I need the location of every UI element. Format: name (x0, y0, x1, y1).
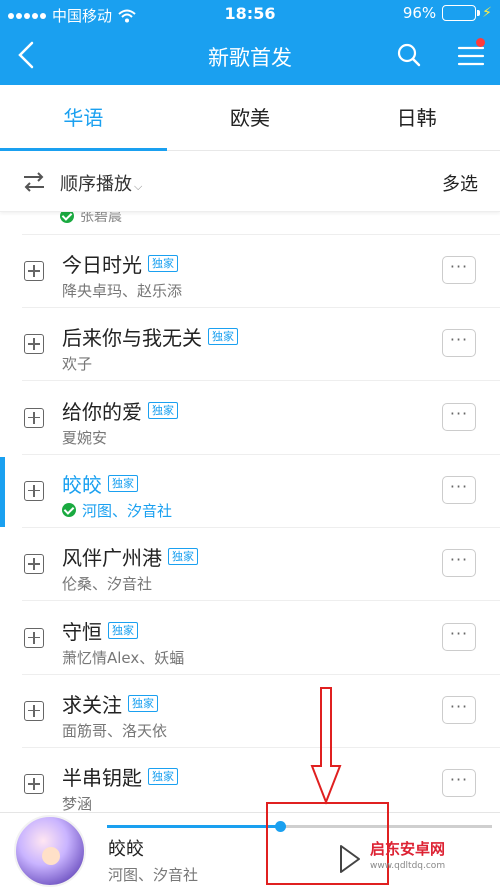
more-options-button[interactable]: ··· (442, 256, 476, 284)
tab-chinese[interactable]: 华语 (0, 85, 167, 151)
song-row[interactable]: 求关注 独家面筋哥、洛天依 ··· (0, 675, 500, 748)
player-song-artist: 河图、汐音社 (108, 866, 199, 884)
song-list[interactable]: 张碧晨 今日时光 独家 降央卓玛、赵乐添 ··· 后来你与我无关 独家 欢子 ··· 给你的爱独… (0, 212, 500, 812)
region-tabs: 华语 欧美 日韩 (0, 85, 500, 151)
list-item-partial: 张碧晨 (60, 212, 122, 226)
song-artist-wrap: 夏婉安 (62, 427, 107, 448)
exclusive-badge: 独家 (148, 401, 178, 419)
tab-jp-kr[interactable]: 日韩 (333, 85, 500, 150)
song-title-wrap: 后来你与我无关 独家 (62, 322, 238, 351)
song-title-wrap: 半串钥匙 独家 (62, 762, 178, 791)
album-cover[interactable] (14, 815, 86, 887)
song-title: 守恒 (62, 619, 102, 644)
song-title: 皎皎 (62, 472, 102, 497)
song-artist-wrap: 面筋哥、洛天依 (62, 720, 167, 741)
song-title: 给你的爱 (62, 399, 142, 424)
song-title-wrap: 风伴广州港 独家 (62, 542, 198, 571)
song-row[interactable]: 半串钥匙 独家梦涵 ··· (0, 748, 500, 812)
song-artist-wrap: 降央卓玛、赵乐添 (62, 280, 182, 301)
header-bar: 中国移动 18:56 96% ⚡ 新歌首发 (0, 0, 500, 85)
more-options-button[interactable]: ··· (442, 329, 476, 358)
song-artist: 河图、汐音社 (82, 501, 173, 520)
notification-dot (476, 38, 485, 47)
song-title: 风伴广州港 (62, 546, 162, 571)
song-row[interactable]: 皎皎 独家河图、汐音社 ··· (0, 455, 500, 528)
song-title: 求关注 (62, 692, 122, 717)
battery-icon (442, 5, 481, 21)
play-mode-label: 顺序播放 (60, 174, 132, 195)
add-to-playlist-icon[interactable] (24, 627, 44, 648)
play-toolbar: 顺序播放 ⌵ 多选 (0, 152, 500, 212)
song-row[interactable]: 风伴广州港 独家 伦桑、汐音社 ··· (0, 528, 500, 602)
more-options-button[interactable]: ··· (442, 769, 476, 798)
song-artist: 萧忆情Alex、妖蝠 (62, 648, 185, 667)
song-row[interactable]: 守恒 独家萧忆情Alex、妖蝠 ··· (0, 602, 500, 675)
exclusive-badge: 独家 (168, 548, 198, 566)
add-to-playlist-icon[interactable] (24, 774, 44, 795)
exclusive-badge: 独家 (148, 255, 178, 272)
song-row[interactable]: 给你的爱 独家夏婉安 ··· (0, 382, 500, 455)
song-artist-wrap: 萧忆情Alex、妖蝠 (62, 647, 184, 668)
exclusive-badge: 独家 (148, 768, 178, 786)
exclusive-badge: 独家 (208, 328, 238, 346)
exclusive-badge: 独家 (128, 694, 158, 712)
more-options-button[interactable]: ··· (442, 549, 476, 578)
song-title: 后来你与我无关 (62, 326, 202, 351)
more-options-button[interactable]: ··· (442, 622, 476, 651)
play-mode-dropdown[interactable]: 顺序播放 ⌵ (60, 170, 142, 196)
add-to-playlist-icon[interactable] (24, 407, 44, 428)
song-title-wrap: 守恒 独家 (62, 616, 138, 645)
song-title: 半串钥匙 (62, 766, 142, 791)
watermark: 启东安卓网 www.qdltdq.com (370, 840, 446, 871)
song-title: 今日时光 (62, 253, 142, 277)
song-artist: 夏婉安 (62, 428, 108, 447)
charging-icon: ⚡ (482, 5, 492, 21)
add-to-playlist-icon[interactable] (24, 700, 44, 721)
exclusive-badge: 独家 (108, 474, 138, 492)
add-to-playlist-icon[interactable] (24, 334, 44, 355)
more-options-button[interactable]: ··· (442, 475, 476, 504)
page-title: 新歌首发 (208, 46, 292, 70)
song-artist-wrap: 伦桑、汐音社 (62, 573, 152, 594)
downloaded-check-icon (60, 212, 74, 223)
sequential-play-icon[interactable] (22, 171, 46, 193)
battery-percent: 96% (402, 4, 437, 22)
song-artist: 欢子 (62, 355, 93, 374)
chevron-down-icon: ⌵ (134, 180, 143, 193)
annotation-arrow (310, 687, 342, 805)
add-to-playlist-icon[interactable] (24, 480, 44, 501)
menu-icon[interactable] (456, 43, 486, 69)
song-title-wrap: 今日时光 独家 (62, 249, 178, 278)
song-title-wrap: 求关注 独家 (62, 689, 158, 718)
song-row[interactable]: 今日时光 独家降央卓玛、赵乐添 ··· (0, 235, 500, 308)
song-artist-wrap: 欢子 (62, 353, 92, 374)
multi-select-button[interactable]: 多选 (442, 170, 478, 196)
song-artist: 伦桑、汐音社 (62, 575, 153, 594)
search-icon[interactable] (396, 42, 422, 68)
more-options-button[interactable]: ··· (442, 402, 476, 431)
song-artist: 梦涵 (62, 795, 93, 812)
nav-bar: 新歌首发 (0, 28, 500, 85)
status-bar: 中国移动 18:56 96% ⚡ (0, 0, 500, 28)
song-title-wrap: 皎皎 独家 (62, 469, 138, 498)
add-to-playlist-icon[interactable] (24, 261, 44, 281)
add-to-playlist-icon[interactable] (24, 554, 44, 575)
more-options-button[interactable]: ··· (442, 695, 476, 724)
now-playing-indicator (0, 456, 5, 527)
song-title-wrap: 给你的爱 独家 (62, 396, 178, 425)
song-artist-wrap: 梦涵 (62, 793, 92, 812)
song-row[interactable]: 后来你与我无关 独家欢子 ··· (0, 308, 500, 382)
song-artist: 面筋哥、洛天依 (62, 721, 168, 740)
song-artist: 张碧晨 (80, 212, 122, 225)
song-artist: 降央卓玛、赵乐添 (62, 282, 183, 300)
exclusive-badge: 独家 (108, 621, 138, 639)
song-artist-wrap: 河图、汐音社 (62, 500, 172, 521)
player-song-title: 皎皎 (108, 839, 144, 860)
tab-western[interactable]: 欧美 (167, 85, 334, 150)
downloaded-check-icon (62, 503, 76, 518)
